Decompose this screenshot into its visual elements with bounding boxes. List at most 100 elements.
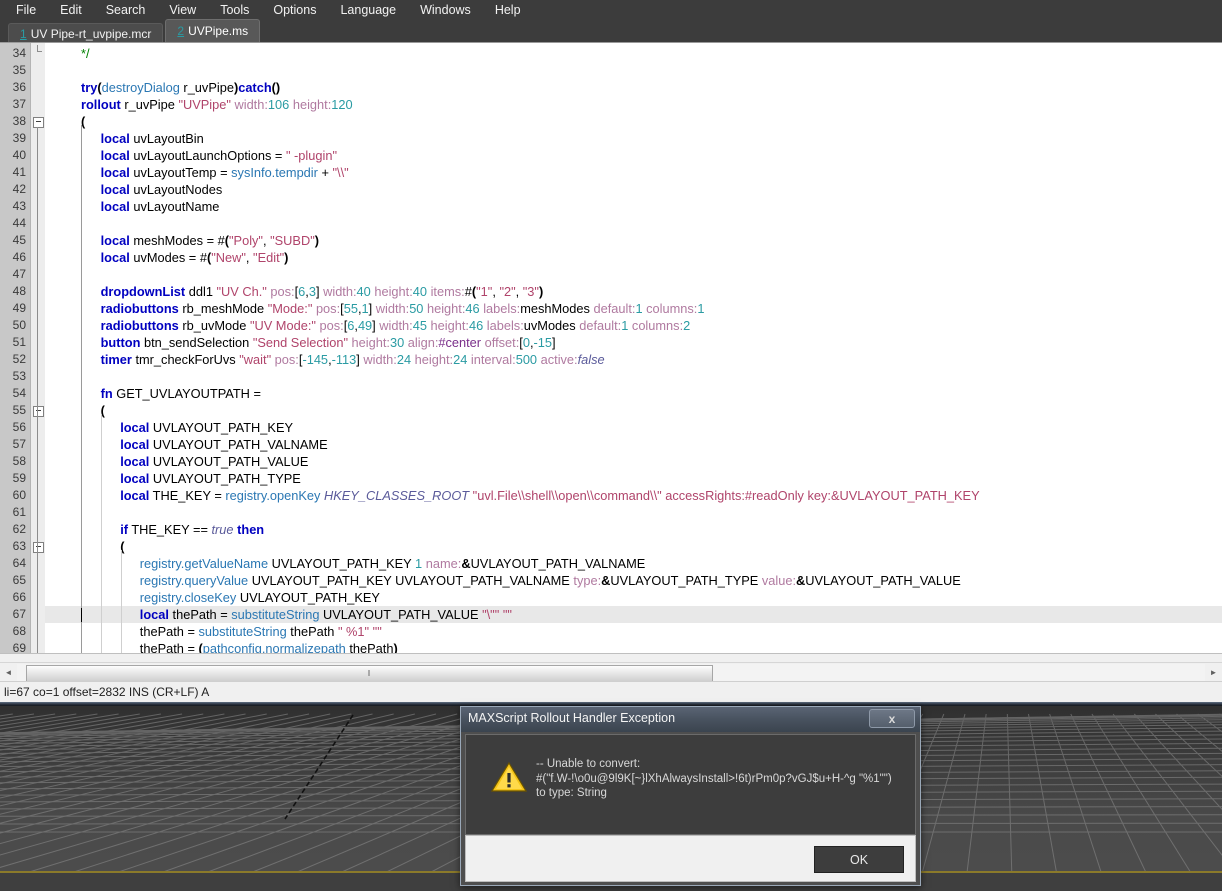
code-line[interactable]: local uvLayoutBin — [45, 130, 204, 147]
code-line[interactable]: ( — [45, 538, 124, 555]
code-line[interactable]: button btn_sendSelection "Send Selection… — [45, 334, 556, 351]
screen-root: File Edit Search View Tools Options Lang… — [0, 0, 1222, 891]
code-line[interactable]: if THE_KEY == true then — [45, 521, 264, 538]
code-line[interactable]: thePath = (pathconfig.normalizepath theP… — [45, 640, 398, 653]
dialog-message-line1: -- Unable to convert: — [536, 758, 641, 770]
ok-button[interactable]: OK — [814, 846, 904, 873]
dialog-title-bar[interactable]: MAXScript Rollout Handler Exception x — [461, 707, 920, 732]
code-text-area[interactable]: */ try(destroyDialog r_uvPipe)catch() roll… — [45, 43, 1222, 653]
line-number: 66 — [12, 590, 26, 604]
maxscript-exception-dialog[interactable]: MAXScript Rollout Handler Exception x --… — [460, 706, 921, 886]
code-line[interactable]: fn GET_UVLAYOUTPATH = — [45, 385, 261, 402]
code-folding-column[interactable] — [30, 43, 46, 653]
fold-collapse-icon[interactable] — [33, 406, 44, 417]
tab-bar: 1 UV Pipe-rt_uvpipe.mcr 2 UVPipe.ms — [0, 19, 1222, 44]
code-line[interactable] — [45, 266, 81, 283]
menu-item-options[interactable]: Options — [271, 0, 318, 20]
code-line[interactable]: radiobuttons rb_meshMode "Mode:" pos:[55… — [45, 300, 705, 317]
tab-uv-pipe-mcr[interactable]: 1 UV Pipe-rt_uvpipe.mcr — [8, 23, 164, 44]
dialog-title: MAXScript Rollout Handler Exception — [468, 711, 676, 725]
code-line[interactable]: registry.getValueName UVLAYOUT_PATH_KEY … — [45, 555, 645, 572]
menu-item-edit[interactable]: Edit — [58, 0, 84, 20]
code-line[interactable]: registry.closeKey UVLAYOUT_PATH_KEY — [45, 589, 380, 606]
warning-triangle-icon — [491, 761, 527, 792]
code-line[interactable]: try(destroyDialog r_uvPipe)catch() — [45, 79, 280, 96]
code-line[interactable] — [45, 368, 81, 385]
line-number: 65 — [12, 573, 26, 587]
code-line[interactable]: thePath = substituteString thePath " %1"… — [45, 623, 382, 640]
close-icon[interactable]: x — [869, 709, 915, 728]
menu-item-help[interactable]: Help — [493, 0, 523, 20]
line-number: 55 — [12, 403, 26, 417]
dialog-footer: OK — [465, 835, 916, 882]
code-line[interactable]: rollout r_uvPipe "UVPipe" width:106 heig… — [45, 96, 353, 113]
line-number: 44 — [12, 216, 26, 230]
indent-guide — [121, 550, 122, 653]
line-number: 57 — [12, 437, 26, 451]
line-number: 58 — [12, 454, 26, 468]
fold-collapse-icon[interactable] — [33, 542, 44, 553]
menu-item-windows[interactable]: Windows — [418, 0, 473, 20]
code-line[interactable]: local uvLayoutLaunchOptions = " -plugin" — [45, 147, 337, 164]
code-line[interactable]: ( — [45, 113, 85, 130]
scrollbar-grip-icon: ‖ — [367, 669, 372, 678]
code-line[interactable]: local UVLAYOUT_PATH_VALUE — [45, 453, 308, 470]
line-number: 52 — [12, 352, 26, 366]
line-number: 54 — [12, 386, 26, 400]
indent-guide — [101, 414, 102, 653]
menu-item-file[interactable]: File — [14, 0, 38, 20]
line-number: 34 — [12, 46, 26, 60]
menu-item-tools[interactable]: Tools — [218, 0, 251, 20]
code-line[interactable]: radiobuttons rb_uvMode "UV Mode:" pos:[6… — [45, 317, 691, 334]
code-line[interactable] — [45, 62, 81, 79]
line-number: 51 — [12, 335, 26, 349]
menu-item-view[interactable]: View — [167, 0, 198, 20]
scroll-left-arrow-icon[interactable]: ◄ — [0, 664, 17, 681]
line-number: 40 — [12, 148, 26, 162]
code-line[interactable]: registry.queryValue UVLAYOUT_PATH_KEY UV… — [45, 572, 961, 589]
line-number: 42 — [12, 182, 26, 196]
scrollbar-thumb[interactable]: ‖ — [26, 665, 713, 682]
code-line[interactable]: local UVLAYOUT_PATH_VALNAME — [45, 436, 327, 453]
code-line[interactable] — [45, 215, 81, 232]
dialog-body: -- Unable to convert: #("f.W-!\o0u@9l9K[… — [465, 734, 916, 835]
scrollbar-track[interactable]: ‖ — [17, 664, 1205, 682]
code-editor[interactable]: 34 35 36 37 38 39 40 41 42 43 44 45 46 47 48 49 50 51 52 53… — [0, 42, 1222, 654]
line-number: 43 — [12, 199, 26, 213]
code-line[interactable]: timer tmr_checkForUvs "wait" pos:[-145,-… — [45, 351, 605, 368]
code-line[interactable]: local UVLAYOUT_PATH_TYPE — [45, 470, 301, 487]
code-line[interactable]: */ — [45, 45, 90, 62]
tab-index-2: 2 — [177, 24, 185, 38]
line-number: 37 — [12, 97, 26, 111]
menu-item-language[interactable]: Language — [338, 0, 398, 20]
tab-label-2: UVPipe.ms — [188, 24, 249, 38]
code-line[interactable]: local uvLayoutName — [45, 198, 220, 215]
line-number: 62 — [12, 522, 26, 536]
code-line[interactable]: local uvLayoutTemp = sysInfo.tempdir + "… — [45, 164, 349, 181]
code-line[interactable]: local UVLAYOUT_PATH_KEY — [45, 419, 293, 436]
horizontal-scrollbar[interactable]: ◄ ‖ ► — [0, 662, 1222, 682]
code-line[interactable]: local THE_KEY = registry.openKey HKEY_CL… — [45, 487, 979, 504]
code-line[interactable]: ( — [45, 402, 105, 419]
code-line[interactable]: local uvLayoutNodes — [45, 181, 223, 198]
dialog-message: -- Unable to convert: #("f.W-!\o0u@9l9K[… — [536, 757, 892, 801]
code-line[interactable]: local meshModes = #("Poly", "SUBD") — [45, 232, 319, 249]
line-number: 45 — [12, 233, 26, 247]
code-line[interactable]: dropdownList ddl1 "UV Ch." pos:[6,3] wid… — [45, 283, 544, 300]
menu-item-search[interactable]: Search — [104, 0, 148, 20]
line-number: 60 — [12, 488, 26, 502]
line-number: 48 — [12, 284, 26, 298]
text-caret — [81, 608, 82, 622]
tab-uvpipe-ms[interactable]: 2 UVPipe.ms — [165, 19, 261, 42]
scroll-right-arrow-icon[interactable]: ► — [1205, 664, 1222, 681]
line-number: 53 — [12, 369, 26, 383]
line-number: 63 — [12, 539, 26, 553]
tab-label-1: UV Pipe-rt_uvpipe.mcr — [30, 27, 152, 41]
code-line[interactable] — [45, 504, 81, 521]
notepad-plus-plus-window: File Edit Search View Tools Options Lang… — [0, 0, 1222, 702]
fold-collapse-icon[interactable] — [33, 117, 44, 128]
status-bar: li=67 co=1 offset=2832 INS (CR+LF) A — [0, 681, 1222, 702]
code-line[interactable]: local thePath = substituteString UVLAYOU… — [45, 606, 512, 623]
line-number: 64 — [12, 556, 26, 570]
line-number: 35 — [12, 63, 26, 77]
